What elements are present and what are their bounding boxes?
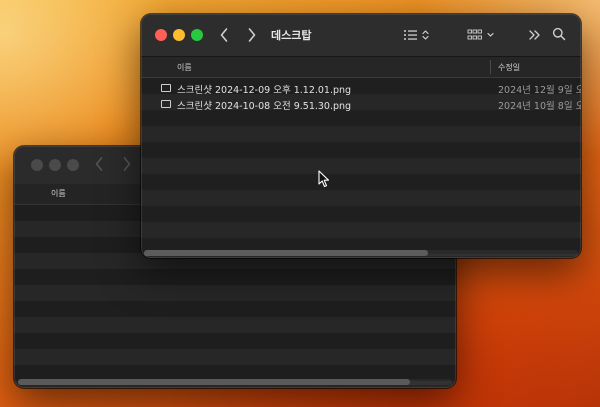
close-button[interactable] — [155, 29, 167, 41]
search-icon[interactable] — [551, 26, 567, 42]
minimize-button[interactable] — [173, 29, 185, 41]
window-controls — [155, 29, 203, 41]
close-button[interactable] — [31, 159, 43, 171]
window-controls-inactive — [31, 159, 79, 171]
finder-toolbar: 데스크탑 — [141, 14, 581, 57]
file-date: 2024년 12월 9일 오 — [498, 85, 581, 96]
file-row[interactable]: 스크린샷 2024-10-08 오전 9.51.30.png 2024년 10월… — [141, 96, 581, 112]
back-window-nav — [94, 156, 132, 176]
horizontal-scrollbar[interactable] — [144, 250, 578, 256]
scrollbar-thumb[interactable] — [18, 379, 410, 385]
column-header: 이름 수정일 — [141, 57, 581, 78]
chevron-right-icon[interactable] — [122, 156, 132, 176]
scrollbar-thumb[interactable] — [144, 250, 428, 256]
chevron-left-icon[interactable] — [217, 26, 231, 44]
finder-window-desktop[interactable]: 데스크탑 이름 수정일 스크린샷 2024-12-09 오후 1.12.01.p… — [141, 14, 581, 258]
list-view-icon[interactable] — [403, 27, 433, 43]
file-name: 스크린샷 2024-10-08 오전 9.51.30.png — [177, 101, 352, 112]
zoom-button[interactable] — [191, 29, 203, 41]
chevron-right-icon[interactable] — [245, 26, 259, 44]
mouse-pointer-icon — [318, 170, 330, 192]
file-date: 2024년 10월 8일 오 — [498, 101, 581, 112]
column-divider[interactable] — [490, 60, 491, 74]
file-row[interactable]: 스크린샷 2024-12-09 오후 1.12.01.png 2024년 12월… — [141, 80, 581, 96]
column-header-name[interactable]: 이름 — [177, 62, 192, 73]
image-file-icon — [161, 84, 171, 92]
double-chevron-right-icon[interactable] — [527, 27, 543, 43]
column-header-date-modified[interactable]: 수정일 — [498, 62, 520, 73]
desktop-wallpaper: 이름 데스크탑 이름 수정일 스크린샷 2024-12-09 오후 1.12.0… — [0, 0, 600, 407]
image-file-icon — [161, 100, 171, 108]
chevron-left-icon[interactable] — [94, 156, 104, 176]
file-list[interactable]: 스크린샷 2024-12-09 오후 1.12.01.png 2024년 12월… — [141, 78, 581, 258]
minimize-button[interactable] — [49, 159, 61, 171]
column-header-name[interactable]: 이름 — [51, 188, 66, 199]
window-title: 데스크탑 — [271, 29, 312, 42]
file-name: 스크린샷 2024-12-09 오후 1.12.01.png — [177, 85, 352, 96]
zoom-button[interactable] — [67, 159, 79, 171]
group-view-icon[interactable] — [467, 27, 499, 43]
horizontal-scrollbar[interactable] — [18, 379, 452, 385]
